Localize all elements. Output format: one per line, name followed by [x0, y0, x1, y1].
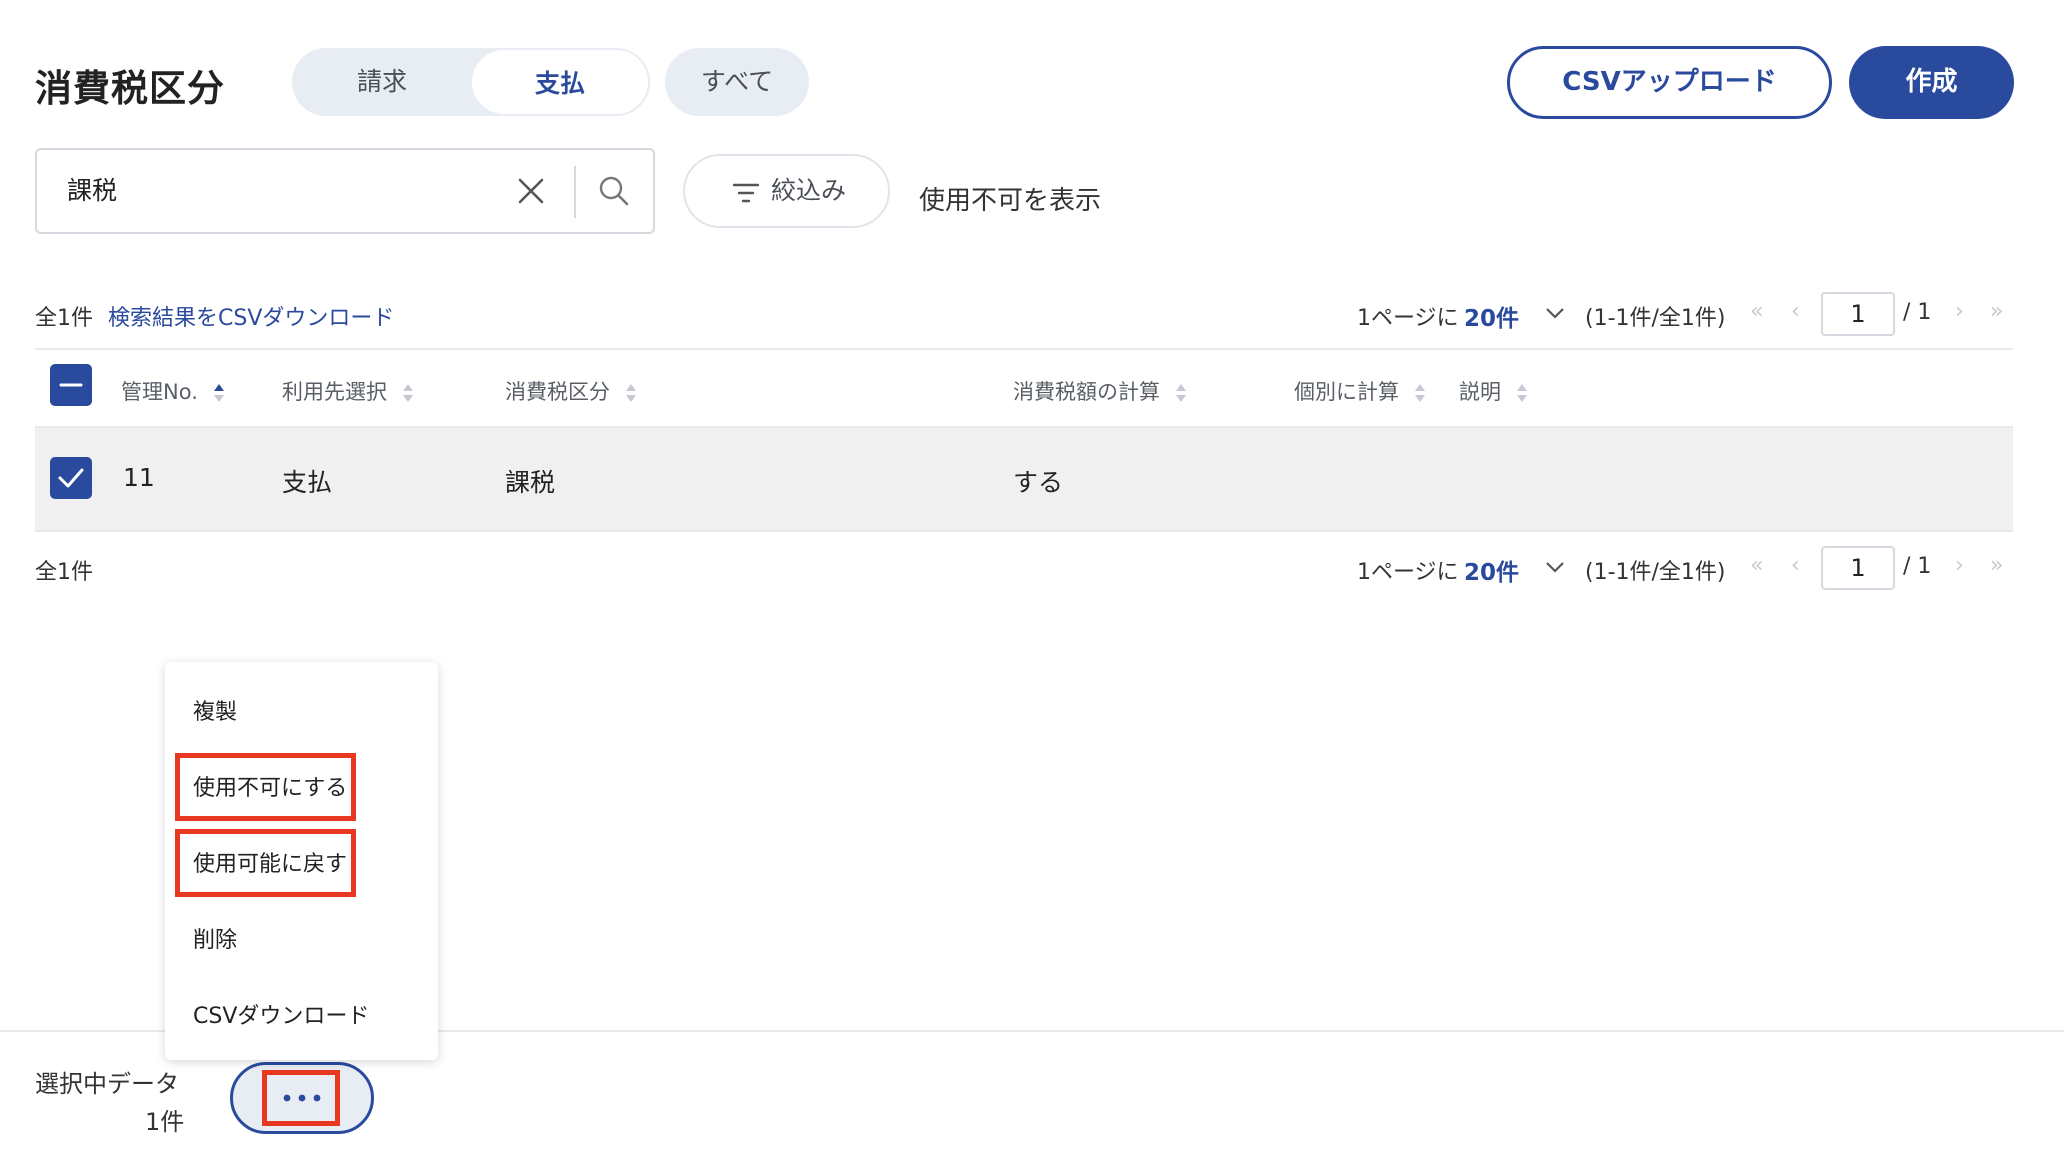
row-checkbox[interactable]: [50, 457, 92, 499]
next-page-icon[interactable]: ›: [1955, 553, 1964, 578]
filter-button[interactable]: 絞込み: [683, 154, 890, 228]
highlight-box: [262, 1070, 340, 1126]
cell-category: 課税: [505, 468, 556, 497]
highlight-box: [175, 829, 356, 897]
prev-page-icon[interactable]: ‹: [1791, 553, 1800, 578]
chevron-down-icon[interactable]: [1545, 560, 1565, 574]
cell-usage: 支払: [282, 468, 333, 497]
sort-icon: [1414, 384, 1425, 402]
actions-menu: 複製 使用不可にする 使用可能に戻す 削除 CSVダウンロード: [165, 662, 438, 1060]
tab-all[interactable]: すべて: [665, 48, 809, 116]
check-icon: [58, 468, 84, 488]
menu-item-csv-download[interactable]: CSVダウンロード: [193, 998, 369, 1030]
range-text: (1-1件/全1件): [1585, 560, 1726, 585]
per-page-select[interactable]: 20件: [1464, 553, 1519, 587]
range-text: (1-1件/全1件): [1585, 306, 1726, 331]
cell-calc: する: [1013, 468, 1064, 497]
column-header-category[interactable]: 消費税区分: [505, 376, 637, 406]
column-header-calc[interactable]: 消費税額の計算: [1013, 376, 1187, 406]
last-page-icon[interactable]: »: [1990, 553, 2003, 578]
sort-icon: [1516, 384, 1527, 402]
search-divider: [574, 166, 576, 218]
cell-no: 11: [123, 463, 155, 492]
total-count: 全1件: [35, 306, 93, 331]
selected-data-label: 選択中データ: [35, 1070, 179, 1098]
prev-page-icon[interactable]: ‹: [1791, 299, 1800, 324]
last-page-icon[interactable]: »: [1990, 299, 2003, 324]
search-input-value: 課税: [67, 176, 118, 205]
chevron-down-icon[interactable]: [1545, 306, 1565, 320]
per-page-select[interactable]: 20件: [1464, 299, 1519, 333]
minus-icon: [59, 383, 83, 387]
first-page-icon[interactable]: «: [1750, 553, 1763, 578]
next-page-icon[interactable]: ›: [1955, 299, 1964, 324]
sort-icon: [213, 384, 224, 402]
page-number-input[interactable]: 1: [1821, 292, 1895, 336]
divider: [35, 530, 2013, 532]
tab-billing[interactable]: 請求: [292, 48, 472, 116]
page-total: / 1: [1903, 300, 1932, 325]
column-header-usage[interactable]: 利用先選択: [282, 376, 414, 406]
search-input[interactable]: 課税: [35, 148, 655, 234]
menu-item-delete[interactable]: 削除: [193, 922, 237, 954]
total-count-bottom: 全1件: [35, 560, 93, 585]
csv-download-link[interactable]: 検索結果をCSVダウンロード: [108, 300, 394, 332]
sort-icon: [402, 384, 413, 402]
sort-icon: [625, 384, 636, 402]
tab-payment[interactable]: 支払: [470, 48, 650, 116]
create-button[interactable]: 作成: [1849, 46, 2014, 119]
first-page-icon[interactable]: «: [1750, 299, 1763, 324]
csv-upload-button[interactable]: CSVアップロード: [1507, 46, 1832, 119]
usage-tab-group: 請求 支払: [292, 48, 650, 116]
selected-data-count: 1件: [145, 1108, 185, 1136]
per-page-label: 1ページに: [1357, 306, 1459, 331]
column-header-no[interactable]: 管理No.: [121, 376, 225, 406]
filter-icon: [733, 183, 759, 203]
page-number-input[interactable]: 1: [1821, 546, 1895, 590]
column-header-description[interactable]: 説明: [1459, 376, 1528, 406]
page-total: / 1: [1903, 554, 1932, 579]
close-icon[interactable]: [515, 175, 547, 207]
menu-item-duplicate[interactable]: 複製: [193, 694, 237, 726]
sort-icon: [1175, 384, 1186, 402]
show-disabled-toggle[interactable]: 使用不可を表示: [919, 180, 1101, 217]
divider: [35, 348, 2013, 350]
page-title: 消費税区分: [35, 67, 225, 110]
search-icon[interactable]: [597, 174, 631, 208]
filter-button-label: 絞込み: [771, 176, 847, 205]
select-all-checkbox[interactable]: [50, 364, 92, 406]
per-page-label: 1ページに: [1357, 560, 1459, 585]
column-header-individual[interactable]: 個別に計算: [1294, 376, 1426, 406]
highlight-box: [175, 753, 356, 821]
